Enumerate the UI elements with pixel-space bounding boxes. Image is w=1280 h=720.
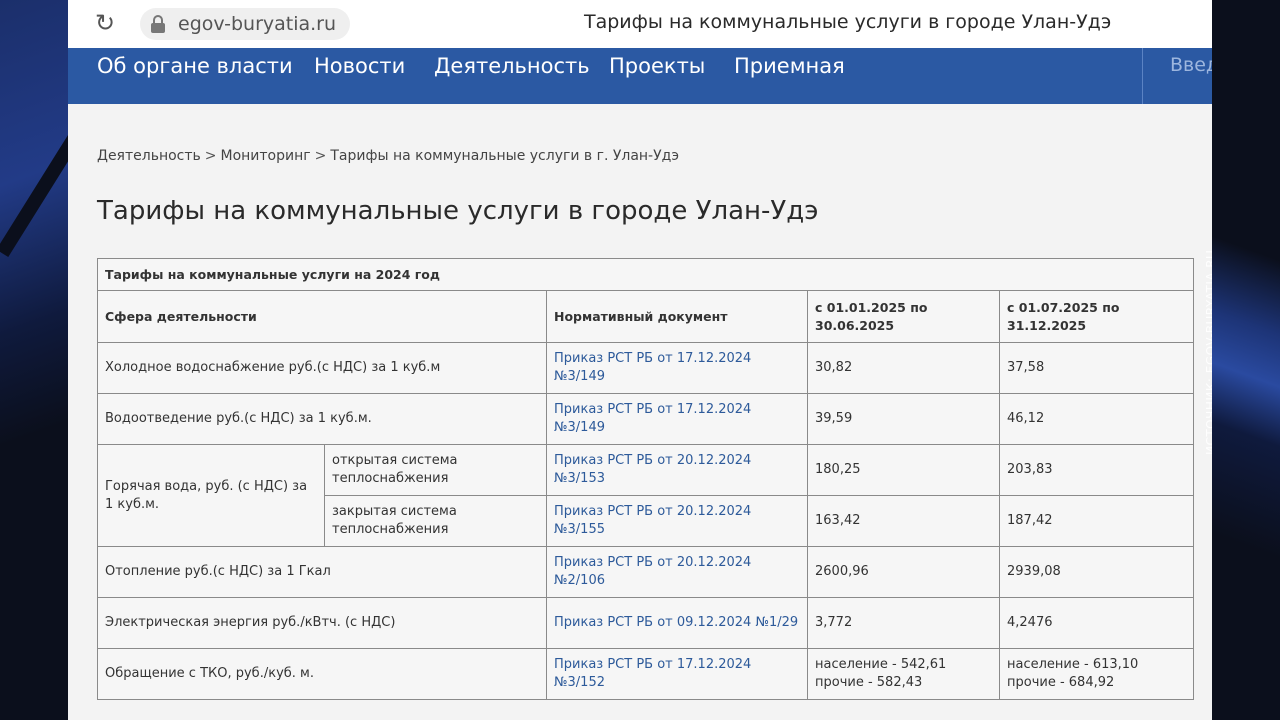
cell-value: 163,42 [807, 495, 1000, 547]
nav-item-reception[interactable]: Приемная [734, 54, 845, 78]
table-row: Водоотведение руб.(с НДС) за 1 куб.м. Пр… [97, 393, 1194, 445]
cell-document-link[interactable]: Приказ РСТ РБ от 20.12.2024 №3/155 [546, 495, 808, 547]
cell-value: население - 542,61 прочие - 582,43 [807, 648, 1000, 700]
value-others: прочие - 684,92 [1007, 675, 1115, 690]
nav-item-projects[interactable]: Проекты [609, 54, 705, 78]
cell-value: 187,42 [999, 495, 1194, 547]
cell-document-link[interactable]: Приказ РСТ РБ от 17.12.2024 №3/152 [546, 648, 808, 700]
reload-icon[interactable]: ↻ [92, 10, 118, 36]
nav-item-about[interactable]: Об органе власти [97, 54, 293, 78]
cell-document-link[interactable]: Приказ РСТ РБ от 20.12.2024 №3/153 [546, 444, 808, 496]
cell-sphere: Холодное водоснабжение руб.(с НДС) за 1 … [97, 342, 547, 394]
search-input[interactable]: Введ [1170, 54, 1212, 76]
lock-icon [150, 15, 166, 33]
cell-subsphere: закрытая система теплоснабжения [324, 495, 547, 547]
cell-value: 39,59 [807, 393, 1000, 445]
cell-sphere: Электрическая энергия руб./кВтч. (с НДС) [97, 597, 547, 649]
url-text: egov-buryatia.ru [178, 13, 337, 35]
table-row: Отопление руб.(с НДС) за 1 Гкал Приказ Р… [97, 546, 1194, 598]
value-population: население - 542,61 [815, 657, 947, 672]
header-sphere: Сфера деятельности [97, 290, 547, 343]
nav-divider [1142, 48, 1143, 104]
header-document: Нормативный документ [546, 290, 808, 343]
address-bar: ↻ egov-buryatia.ru Тарифы на коммунальны… [68, 0, 1212, 48]
cell-document-link[interactable]: Приказ РСТ РБ от 17.12.2024 №3/149 [546, 342, 808, 394]
value-population: население - 613,10 [1007, 657, 1139, 672]
cell-document-link[interactable]: Приказ РСТ РБ от 17.12.2024 №3/149 [546, 393, 808, 445]
cell-sphere: Обращение с ТКО, руб./куб. м. [97, 648, 547, 700]
url-field[interactable]: egov-buryatia.ru [140, 8, 350, 40]
table-row: Обращение с ТКО, руб./куб. м. Приказ РСТ… [97, 648, 1194, 700]
breadcrumb-monitoring[interactable]: Мониторинг [221, 148, 311, 164]
nav-item-news[interactable]: Новости [314, 54, 405, 78]
table-row: Электрическая энергия руб./кВтч. (с НДС)… [97, 597, 1194, 649]
background-left [0, 0, 68, 720]
nav-item-activity[interactable]: Деятельность [434, 54, 590, 78]
cell-value: 46,12 [999, 393, 1194, 445]
cell-value: 180,25 [807, 444, 1000, 496]
source-watermark: ИСТОЧНИК: EGOV-BURYATIA.RU [1204, 249, 1212, 455]
background-right [1212, 0, 1280, 720]
cell-value: 2600,96 [807, 546, 1000, 598]
cell-subsphere: открытая система теплоснабжения [324, 444, 547, 496]
cell-document-link[interactable]: Приказ РСТ РБ от 20.12.2024 №2/106 [546, 546, 808, 598]
cell-value: 4,2476 [999, 597, 1194, 649]
main-content: Деятельность > Мониторинг > Тарифы на коммун… [68, 104, 1212, 720]
browser-window: ↻ egov-buryatia.ru Тарифы на коммунальны… [68, 0, 1212, 720]
cell-value: 30,82 [807, 342, 1000, 394]
cell-value: 37,58 [999, 342, 1194, 394]
breadcrumb-separator: > [204, 148, 217, 164]
breadcrumb-activity[interactable]: Деятельность [97, 148, 201, 164]
page-title-bar: Тарифы на коммунальные услуги в городе У… [584, 11, 1112, 33]
table-row: Холодное водоснабжение руб.(с НДС) за 1 … [97, 342, 1194, 394]
table-row: Горячая вода, руб. (с НДС) за 1 куб.м. о… [97, 444, 1194, 547]
cell-document-link[interactable]: Приказ РСТ РБ от 09.12.2024 №1/29 [546, 597, 808, 649]
breadcrumb-current: Тарифы на коммунальные услуги в г. Улан-… [330, 148, 679, 164]
cell-sphere: Водоотведение руб.(с НДС) за 1 куб.м. [97, 393, 547, 445]
cell-value: 2939,08 [999, 546, 1194, 598]
header-period-1: с 01.01.2025 по 30.06.2025 [807, 290, 1000, 343]
main-navigation: Об органе власти Новости Деятельность Пр… [68, 48, 1212, 104]
tariffs-table: Тарифы на коммунальные услуги на 2024 го… [97, 258, 1194, 700]
table-caption: Тарифы на коммунальные услуги на 2024 го… [97, 258, 1194, 291]
cell-sphere: Горячая вода, руб. (с НДС) за 1 куб.м. [97, 444, 325, 547]
page-heading: Тарифы на коммунальные услуги в городе У… [97, 196, 819, 226]
cell-value: 203,83 [999, 444, 1194, 496]
value-others: прочие - 582,43 [815, 675, 923, 690]
cell-sphere: Отопление руб.(с НДС) за 1 Гкал [97, 546, 547, 598]
header-period-2: с 01.07.2025 по 31.12.2025 [999, 290, 1194, 343]
breadcrumb-separator: > [314, 148, 327, 164]
cell-value: 3,772 [807, 597, 1000, 649]
cell-value: население - 613,10 прочие - 684,92 [999, 648, 1194, 700]
breadcrumb: Деятельность > Мониторинг > Тарифы на коммун… [97, 148, 679, 164]
